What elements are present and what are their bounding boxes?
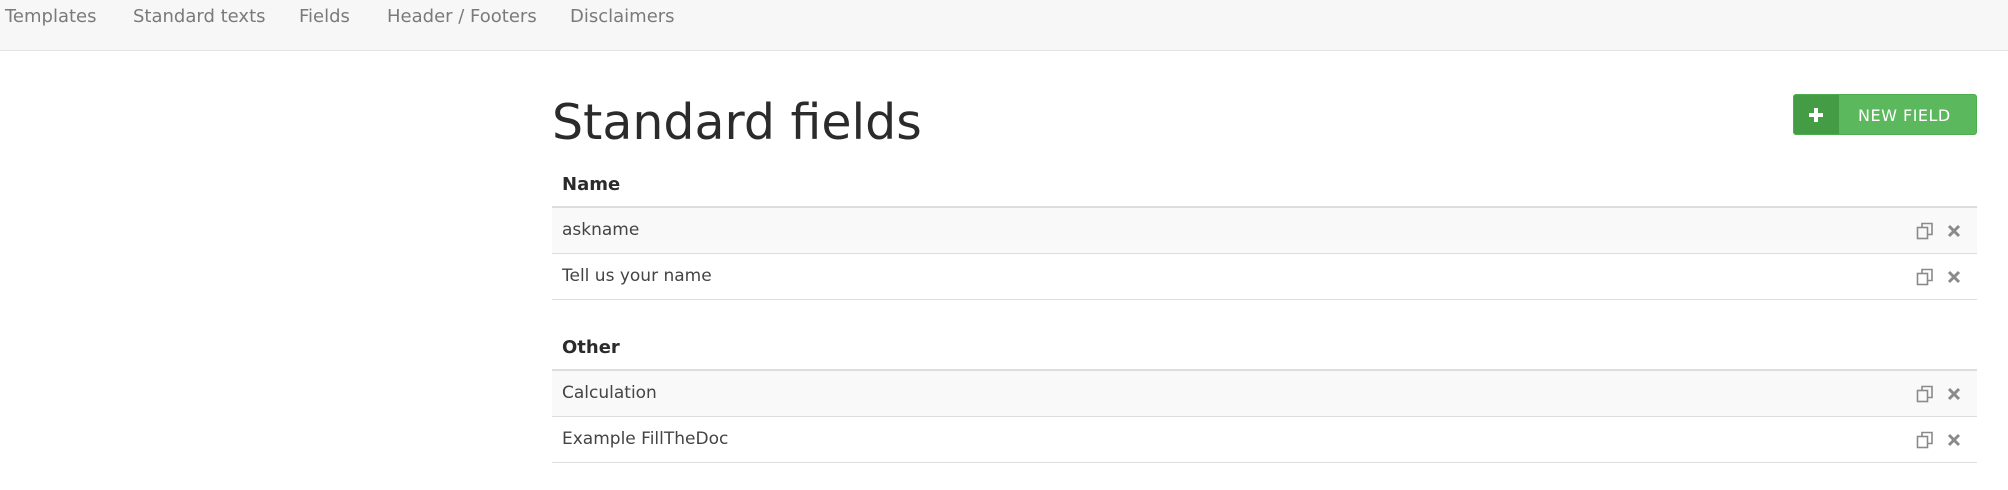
nav-item-fields[interactable]: Fields [299,6,350,27]
new-field-button[interactable]: NEW FIELD [1793,94,1977,135]
delete-icon[interactable] [1945,431,1963,449]
group-header: Other [552,325,1977,371]
group-title: Other [562,337,620,358]
nav-item-disclaimers[interactable]: Disclaimers [570,6,675,27]
field-group-other: Other Calculation Example FillTheDoc [552,325,1977,463]
table-row[interactable]: Example FillTheDoc [552,417,1977,463]
nav-item-standard-texts[interactable]: Standard texts [133,6,266,27]
row-actions [1910,222,1963,240]
row-label: Tell us your name [562,266,712,286]
plus-icon [1794,95,1839,134]
delete-icon[interactable] [1945,385,1963,403]
copy-icon[interactable] [1916,385,1934,403]
new-field-button-label: NEW FIELD [1858,106,1951,125]
row-actions [1910,431,1963,449]
table-row[interactable]: Tell us your name [552,254,1977,300]
row-actions [1910,268,1963,286]
copy-icon[interactable] [1916,222,1934,240]
group-title: Name [562,174,621,195]
copy-icon[interactable] [1916,431,1934,449]
row-label: Calculation [562,383,657,403]
group-header: Name [552,162,1977,208]
row-label: Example FillTheDoc [562,429,729,449]
top-navigation: Templates Standard texts Fields Header /… [0,0,2008,51]
row-actions [1910,385,1963,403]
table-row[interactable]: askname [552,208,1977,254]
field-group-name: Name askname Tell us your name [552,162,1977,300]
page-title: Standard fields [552,94,922,151]
nav-item-templates[interactable]: Templates [5,6,97,27]
delete-icon[interactable] [1945,222,1963,240]
table-row[interactable]: Calculation [552,371,1977,417]
copy-icon[interactable] [1916,268,1934,286]
row-label: askname [562,220,640,240]
delete-icon[interactable] [1945,268,1963,286]
nav-item-header-footers[interactable]: Header / Footers [387,6,537,27]
